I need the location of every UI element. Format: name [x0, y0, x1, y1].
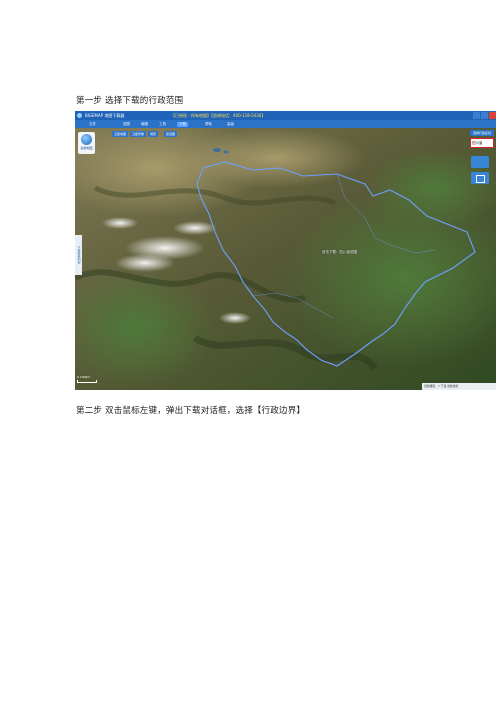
region-panel: 选择行政区划 四川省: [470, 130, 494, 192]
menu-item[interactable]: 高级: [227, 122, 234, 127]
region-panel-header: 选择行政区划: [470, 130, 494, 136]
window-title: BIGEMAP 地图下载器: [85, 113, 125, 118]
map-type-button[interactable]: 街道图: [164, 131, 178, 137]
menu-item-active[interactable]: 下载: [177, 121, 188, 127]
download-task-tab[interactable]: 下载任务列表: [75, 235, 82, 275]
window-titlebar: BIGEMAP 地图下载器 【已授权 - 所有地图】【咨询电话：400-118-…: [75, 111, 496, 120]
region-panel-button[interactable]: [471, 156, 489, 168]
menu-item[interactable]: 文件: [89, 122, 96, 127]
close-button[interactable]: [489, 112, 496, 119]
menu-item[interactable]: 帮助: [205, 122, 212, 127]
app-screenshot: BIGEMAP 地图下载器 【已授权 - 所有地图】【咨询电话：400-118-…: [75, 111, 496, 390]
window-title-extra: 【已授权 - 所有地图】【咨询电话：400-118-5430】: [171, 113, 266, 118]
menu-item[interactable]: 工具: [159, 122, 166, 127]
scale-bar: 0 100km: [77, 375, 97, 383]
app-icon: [77, 113, 82, 118]
step-1-caption: 第一步 选择下载的行政范围: [76, 96, 184, 106]
map-type-button[interactable]: 卫星影像: [130, 131, 147, 137]
map-type-button[interactable]: 地形: [148, 131, 159, 137]
status-bar: 当前级别：7 下载 当前坐标: [422, 383, 496, 390]
globe-icon: [81, 134, 92, 145]
minimize-button[interactable]: [473, 112, 480, 119]
scale-line: [77, 380, 97, 383]
app-logo[interactable]: 谷歌地图: [78, 132, 95, 154]
maximize-button[interactable]: [481, 112, 488, 119]
region-input[interactable]: 四川省: [470, 138, 494, 148]
logo-label: 谷歌地图: [80, 146, 93, 150]
map-type-button[interactable]: 卫星地图: [112, 131, 129, 137]
download-icon[interactable]: [471, 172, 489, 184]
menu-bar: 文件 视图 编辑 工具 下载 帮助 高级: [75, 120, 496, 128]
step-2-caption: 第二步 双击鼠标左键，弹出下载对话框，选择【行政边界】: [76, 406, 306, 416]
satellite-map[interactable]: [75, 128, 496, 390]
scale-text: 0 100km: [77, 375, 91, 379]
menu-item[interactable]: 视图: [123, 122, 130, 127]
map-hint-label: 双击下载：四川省范围: [322, 250, 357, 254]
menu-item[interactable]: 编辑: [141, 122, 148, 127]
